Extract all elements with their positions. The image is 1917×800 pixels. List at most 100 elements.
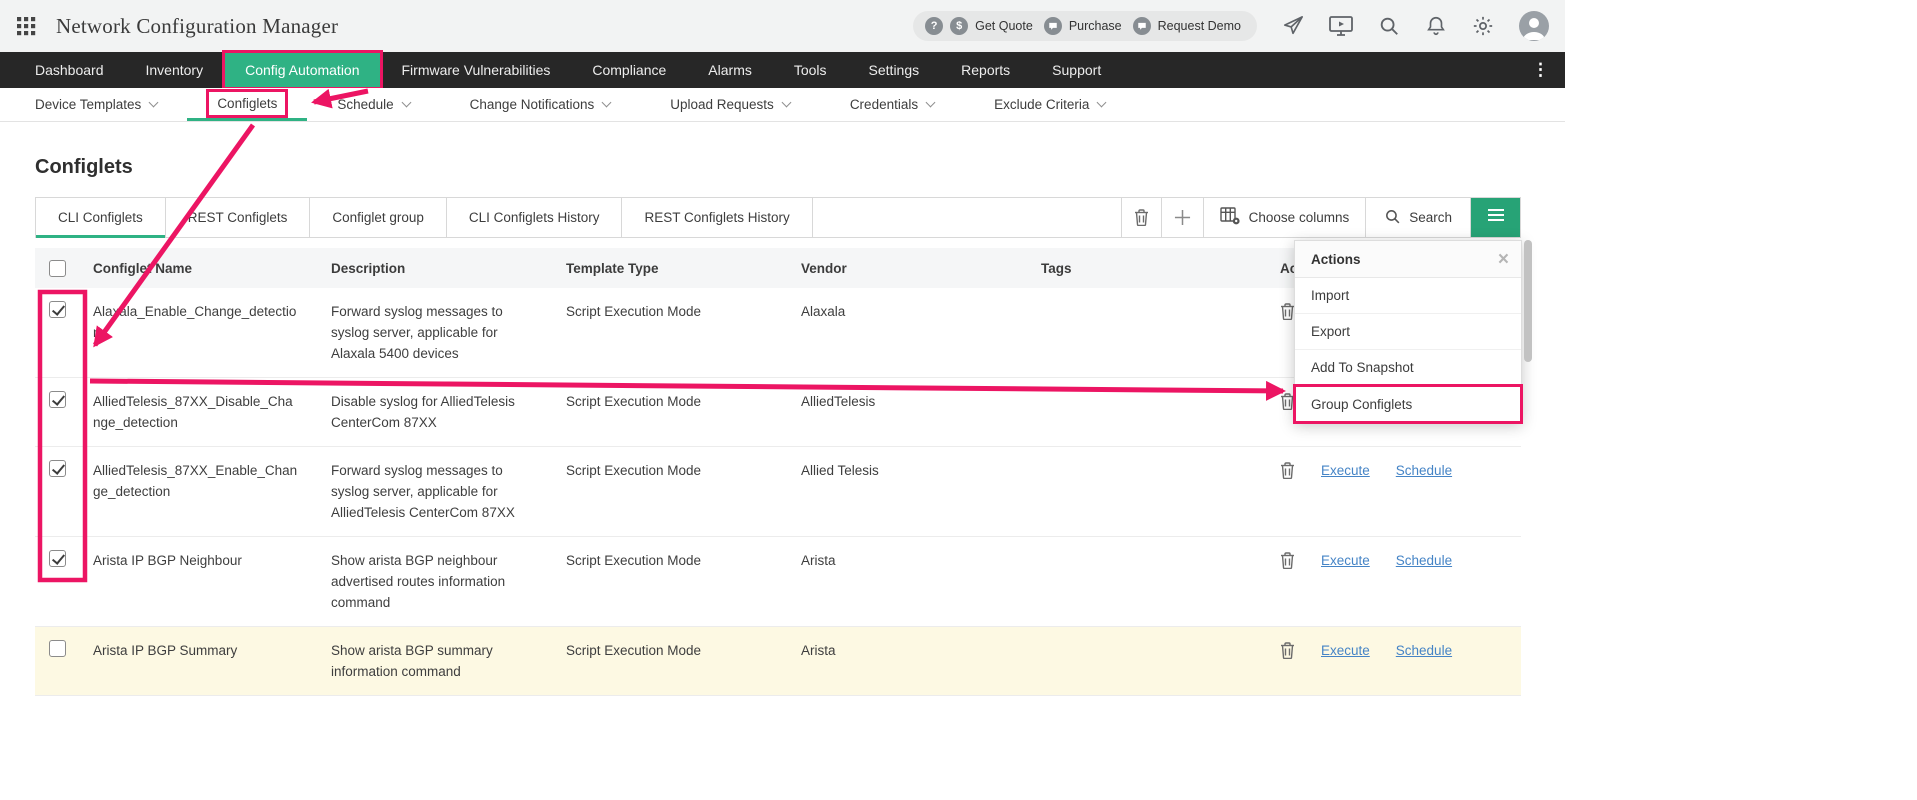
row-checkbox-cell (35, 627, 83, 695)
header-checkbox-cell (35, 248, 83, 288)
delete-icon[interactable] (1280, 393, 1295, 410)
vertical-scrollbar[interactable] (1524, 240, 1532, 362)
configlet-name: Alaxala_Enable_Change_detection (83, 288, 321, 377)
subnav-item-label: Device Templates (35, 97, 141, 112)
avatar[interactable] (1519, 11, 1549, 41)
main-nav: DashboardInventoryConfig AutomationFirmw… (0, 52, 1565, 88)
request-demo-link[interactable]: Request Demo (1158, 19, 1241, 33)
select-all-checkbox[interactable] (49, 260, 66, 277)
subnav-item-configlets[interactable]: Configlets (187, 88, 307, 121)
menu-item-add-to-snapshot[interactable]: Add To Snapshot (1295, 350, 1521, 386)
help-circle-icon: ? (925, 17, 943, 35)
tab-cli-configlets[interactable]: CLI Configlets (36, 198, 166, 237)
row-checkbox[interactable] (49, 640, 66, 657)
add-configlet-button[interactable] (1161, 198, 1203, 237)
subnav-item-device-templates[interactable]: Device Templates (35, 88, 187, 121)
subnav-item-schedule[interactable]: Schedule (307, 88, 439, 121)
schedule-link[interactable]: Schedule (1396, 460, 1452, 481)
actions-menu-title: Actions (1311, 252, 1361, 267)
row-checkbox[interactable] (49, 391, 66, 408)
schedule-link[interactable]: Schedule (1396, 640, 1452, 661)
menu-item-group-configlets[interactable]: Group Configlets (1295, 386, 1521, 422)
configlet-name: Arista IP BGP Summary (83, 627, 321, 695)
sub-nav: Device Templates Configlets Schedule Change… (0, 88, 1565, 122)
subnav-item-label: Schedule (337, 97, 393, 112)
subnav-item-change-notifications[interactable]: Change Notifications (440, 88, 641, 121)
tags (1031, 288, 1266, 377)
nav-item-config-automation[interactable]: Config Automation (224, 52, 380, 88)
template-type: Script Execution Mode (556, 627, 791, 695)
execute-link[interactable]: Execute (1321, 640, 1370, 661)
tab-configlet-group[interactable]: Configlet group (310, 198, 447, 237)
delete-icon[interactable] (1280, 462, 1295, 479)
column-header-configlet-name: Configlet Name (83, 248, 321, 288)
table-row: Arista IP BGP SummaryShow arista BGP sum… (35, 627, 1521, 696)
promo-pill: ? $ Get Quote Purchase Request Demo (913, 11, 1257, 41)
get-quote-link[interactable]: Get Quote (975, 19, 1033, 33)
row-checkbox-cell (35, 537, 83, 626)
vendor: Alaxala (791, 288, 1031, 377)
subnav-item-credentials[interactable]: Credentials (820, 88, 964, 121)
tab-rest-configlets-history[interactable]: REST Configlets History (622, 198, 812, 237)
menu-item-export[interactable]: Export (1295, 314, 1521, 350)
subnav-item-upload-requests[interactable]: Upload Requests (640, 88, 820, 121)
subnav-item-label: Configlets (217, 96, 277, 111)
overflow-menu-icon[interactable]: ⋮ (1516, 52, 1565, 88)
choose-columns-label: Choose columns (1249, 210, 1350, 225)
vendor: AlliedTelesis (791, 378, 1031, 446)
demo-screen-icon[interactable] (1329, 15, 1353, 37)
purchase-link[interactable]: Purchase (1069, 19, 1122, 33)
nav-item-dashboard[interactable]: Dashboard (14, 52, 125, 88)
delete-icon[interactable] (1280, 303, 1295, 320)
row-actions: Execute Schedule (1266, 627, 1521, 695)
delete-icon[interactable] (1280, 552, 1295, 569)
view-tabs: CLI ConfigletsREST ConfigletsConfiglet g… (36, 198, 813, 237)
column-header-template-type: Template Type (556, 248, 791, 288)
tab-rest-configlets[interactable]: REST Configlets (166, 198, 311, 237)
chevron-down-icon (1097, 98, 1107, 108)
row-checkbox[interactable] (49, 301, 66, 318)
nav-item-reports[interactable]: Reports (940, 52, 1031, 88)
menu-item-import[interactable]: Import (1295, 278, 1521, 314)
nav-item-inventory[interactable]: Inventory (125, 52, 225, 88)
choose-columns-icon (1220, 207, 1240, 228)
choose-columns-button[interactable]: Choose columns (1203, 198, 1366, 237)
notifications-bell-icon[interactable] (1425, 15, 1447, 37)
search-icon[interactable] (1378, 15, 1400, 37)
subnav-item-label: Change Notifications (470, 97, 595, 112)
chevron-down-icon (401, 98, 411, 108)
configlet-description: Disable syslog for AlliedTelesis CenterC… (321, 378, 556, 446)
actions-menu-button[interactable] (1470, 198, 1520, 237)
configlet-name: AlliedTelesis_87XX_Disable_Change_detect… (83, 378, 321, 446)
column-header-vendor: Vendor (791, 248, 1031, 288)
apps-grid-icon[interactable] (16, 16, 36, 36)
nav-item-compliance[interactable]: Compliance (571, 52, 687, 88)
close-icon[interactable]: × (1498, 250, 1509, 269)
execute-link[interactable]: Execute (1321, 460, 1370, 481)
sub-nav-items: Device Templates Configlets Schedule Change… (35, 88, 1135, 121)
nav-item-tools[interactable]: Tools (773, 52, 848, 88)
subnav-item-exclude-criteria[interactable]: Exclude Criteria (964, 88, 1135, 121)
configlet-name: Arista IP BGP Neighbour (83, 537, 321, 626)
schedule-link[interactable]: Schedule (1396, 550, 1452, 571)
main-nav-items: DashboardInventoryConfig AutomationFirmw… (14, 52, 1122, 88)
subnav-item-label: Credentials (850, 97, 918, 112)
chevron-down-icon (602, 98, 612, 108)
launch-icon[interactable] (1282, 15, 1304, 37)
dollar-circle-icon: $ (950, 17, 968, 35)
row-checkbox[interactable] (49, 460, 66, 477)
row-checkbox-cell (35, 378, 83, 446)
delete-button[interactable] (1121, 198, 1161, 237)
search-button[interactable]: Search (1365, 198, 1470, 237)
nav-item-support[interactable]: Support (1031, 52, 1122, 88)
tags (1031, 537, 1266, 626)
chevron-down-icon (926, 98, 936, 108)
tab-cli-configlets-history[interactable]: CLI Configlets History (447, 198, 623, 237)
nav-item-settings[interactable]: Settings (848, 52, 941, 88)
nav-item-alarms[interactable]: Alarms (687, 52, 773, 88)
settings-gear-icon[interactable] (1472, 15, 1494, 37)
delete-icon[interactable] (1280, 642, 1295, 659)
execute-link[interactable]: Execute (1321, 550, 1370, 571)
nav-item-firmware-vulnerabilities[interactable]: Firmware Vulnerabilities (381, 52, 572, 88)
row-checkbox[interactable] (49, 550, 66, 567)
